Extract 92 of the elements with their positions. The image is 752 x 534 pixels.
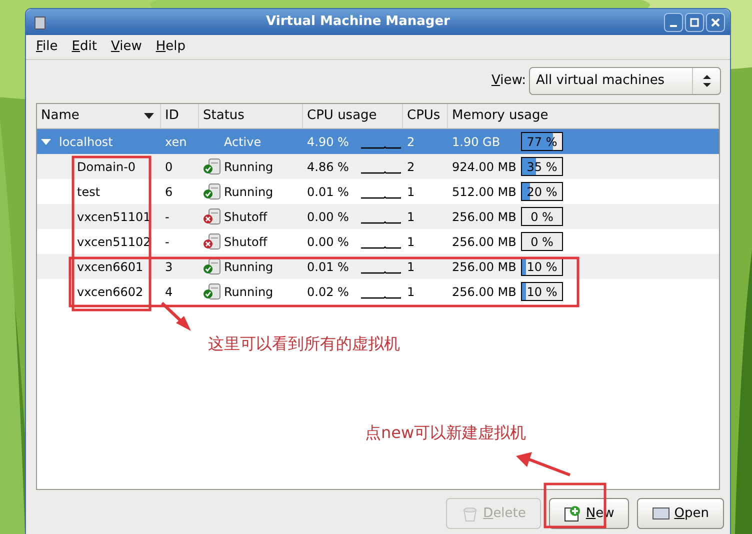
arrow-icon xyxy=(516,452,571,476)
vm-name: vxcen51101 xyxy=(77,208,151,226)
annotation-text: 点new可以新建虚拟机 xyxy=(365,422,526,444)
menu-item[interactable]: View xyxy=(104,36,148,58)
open-button[interactable]: Open xyxy=(637,498,724,529)
memory-percent: 0 % xyxy=(530,234,554,250)
memory-usage: 256.00 MB xyxy=(452,258,516,276)
cpu-usage: 0.01 % xyxy=(307,184,349,200)
cpu-usage: 4.86 % xyxy=(307,158,349,176)
vm-row[interactable]: vxcen51101 - Shutoff 0.00 % 1 256.00 MB 0 % xyxy=(37,204,719,229)
cpu-graph xyxy=(361,271,401,274)
column-header[interactable]: Status xyxy=(199,104,303,128)
new-plus-icon xyxy=(564,504,582,522)
cpu-count: 1 xyxy=(407,258,415,276)
vm-status: Running xyxy=(224,258,274,276)
vm-name: localhost xyxy=(59,134,113,150)
cpu-count: 2 xyxy=(407,158,415,176)
cpu-graph xyxy=(361,171,401,174)
cpu-count: 2 xyxy=(407,134,415,150)
cpu-usage: 0.00 % xyxy=(307,208,349,226)
cpu-count: 1 xyxy=(407,208,415,226)
column-header[interactable]: Name xyxy=(37,104,161,128)
maximize-button[interactable] xyxy=(685,12,704,32)
column-header[interactable]: Memory usage xyxy=(448,104,719,128)
vm-id: 0 xyxy=(165,158,173,176)
close-icon xyxy=(711,18,720,26)
memory-usage: 512.00 MB xyxy=(452,184,516,200)
spinner-arrows-icon xyxy=(702,75,710,87)
vm-name: Domain-0 xyxy=(77,158,136,176)
vm-name: vxcen6602 xyxy=(77,284,144,300)
vm-id: - xyxy=(165,208,170,226)
vm-name: vxcen51102 xyxy=(77,234,151,250)
memory-usage: 256.00 MB xyxy=(452,234,516,250)
annotation-text: 这里可以看到所有的虚拟机 xyxy=(208,333,400,355)
column-header[interactable]: CPU usage xyxy=(303,104,403,128)
memory-percent: 10 % xyxy=(526,284,558,300)
memory-percent: 10 % xyxy=(526,258,558,275)
vm-id: - xyxy=(165,234,170,250)
vm-status: Shutoff xyxy=(224,208,268,226)
vm-id: 6 xyxy=(165,184,173,200)
maximize-icon xyxy=(690,18,699,26)
vm-id: 3 xyxy=(165,258,173,276)
vm-id: xen xyxy=(165,134,187,150)
server-check-icon xyxy=(203,183,221,200)
server-check-icon xyxy=(203,158,221,175)
vm-status: Running xyxy=(224,284,274,300)
vm-row[interactable]: vxcen6601 3 Running 0.01 % 1 256.00 MB 10 % xyxy=(37,254,719,279)
column-header[interactable]: ID xyxy=(161,104,199,128)
cpu-usage: 4.90 % xyxy=(307,134,349,150)
minimize-button[interactable] xyxy=(664,12,683,32)
vm-name: test xyxy=(77,184,100,200)
view-label: View: xyxy=(491,72,526,90)
cpu-count: 1 xyxy=(407,234,415,250)
memory-usage: 256.00 MB xyxy=(452,284,516,300)
app-icon xyxy=(34,14,46,30)
sort-arrow-icon xyxy=(144,113,154,119)
vm-status: Shutoff xyxy=(224,234,268,250)
cpu-graph xyxy=(361,246,401,249)
vm-status: Running xyxy=(224,158,274,176)
cpu-usage: 0.00 % xyxy=(307,234,349,250)
cpu-count: 1 xyxy=(407,284,415,300)
menu-item[interactable]: Edit xyxy=(66,36,103,58)
cpu-graph xyxy=(361,296,401,299)
memory-usage: 1.90 GB xyxy=(452,134,500,150)
view-dropdown[interactable]: All virtual machines xyxy=(529,67,721,95)
expander-icon[interactable] xyxy=(41,136,51,146)
server-check-icon xyxy=(203,258,221,275)
cpu-usage: 0.01 % xyxy=(307,258,349,276)
server-cross-icon xyxy=(203,233,221,250)
cpu-count: 1 xyxy=(407,184,415,200)
menu-item[interactable]: File xyxy=(30,36,64,58)
cpu-graph xyxy=(361,196,401,199)
menu-item[interactable]: Help xyxy=(150,36,192,58)
trash-icon xyxy=(461,504,480,522)
memory-usage: 924.00 MB xyxy=(452,158,516,176)
vm-name: vxcen6601 xyxy=(77,258,144,276)
minimize-icon xyxy=(670,24,677,26)
column-header[interactable]: CPUs xyxy=(403,104,448,128)
vm-status: Active xyxy=(223,134,262,150)
memory-percent: 0 % xyxy=(530,208,554,225)
cpu-usage: 0.02 % xyxy=(307,284,349,300)
window-title: Virtual Machine Manager xyxy=(265,13,451,32)
cpu-graph xyxy=(361,221,401,224)
cpu-graph xyxy=(361,146,401,149)
close-button[interactable] xyxy=(706,12,725,32)
server-cross-icon xyxy=(203,208,221,225)
vm-status: Running xyxy=(224,184,274,200)
server-check-icon xyxy=(203,283,221,300)
memory-usage: 256.00 MB xyxy=(452,208,516,226)
arrow-icon xyxy=(160,302,191,331)
vm-id: 4 xyxy=(165,284,173,300)
monitor-icon xyxy=(652,504,670,522)
